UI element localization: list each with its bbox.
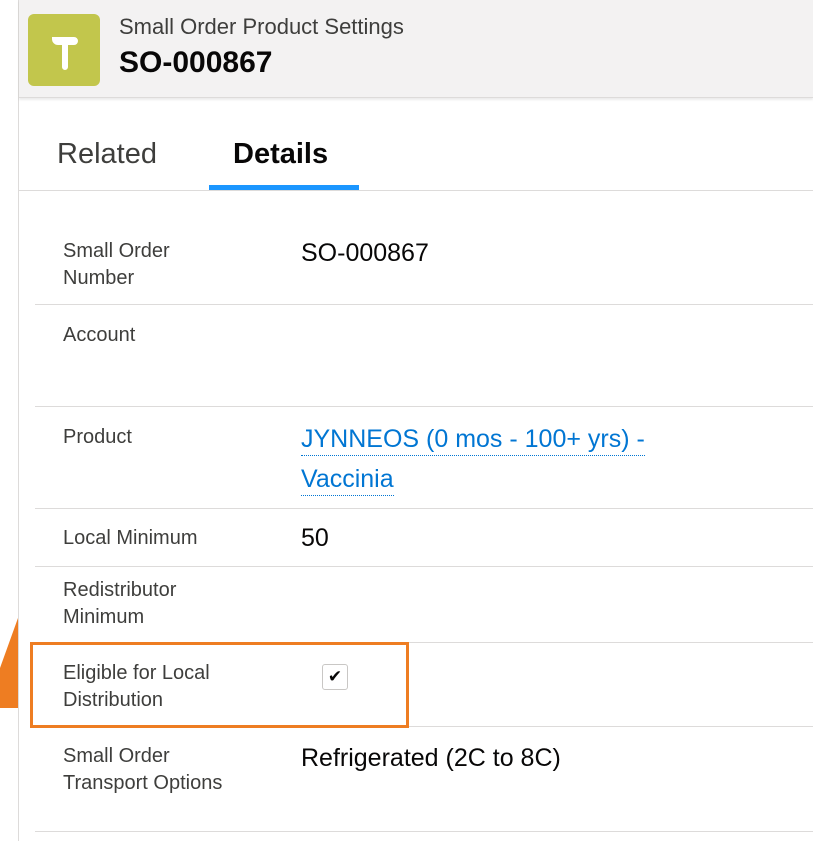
- field-value: 50: [301, 524, 329, 552]
- hammer-icon: [28, 14, 100, 86]
- tab-details[interactable]: Details: [233, 138, 328, 171]
- highlight-box: [30, 642, 409, 728]
- active-tab-indicator: [209, 185, 359, 190]
- field-label: Small Order Transport Options: [63, 745, 223, 794]
- field-row-product: Product JYNNEOS (0 mos - 100+ yrs) - Vac…: [35, 407, 813, 509]
- product-link-text[interactable]: JYNNEOS (0 mos - 100+ yrs) - Vaccinia: [301, 425, 645, 496]
- object-type-label: Small Order Product Settings: [119, 14, 404, 39]
- field-label: Account: [63, 324, 136, 346]
- annotation-arrow: [0, 618, 18, 708]
- field-label: Small Order Number: [63, 240, 170, 289]
- field-row-transport-options: Small Order Transport Options Refrigerat…: [35, 727, 813, 832]
- record-header: Small Order Product Settings SO-000867: [19, 0, 813, 98]
- field-row-redistributor-minimum: Redistributor Minimum: [35, 567, 813, 643]
- field-value: SO-000867: [301, 239, 429, 267]
- field-value: Refrigerated (2C to 8C): [301, 744, 561, 772]
- product-link[interactable]: JYNNEOS (0 mos - 100+ yrs) - Vaccinia: [301, 419, 741, 499]
- field-label: Product: [63, 426, 132, 448]
- record-title: SO-000867: [119, 46, 273, 79]
- field-row-local-minimum: Local Minimum 50: [35, 509, 813, 567]
- tab-related[interactable]: Related: [57, 138, 157, 171]
- field-row-small-order-number: Small Order Number SO-000867: [35, 226, 813, 305]
- field-row-account: Account: [35, 305, 813, 407]
- field-label: Redistributor Minimum: [63, 579, 177, 628]
- tab-bar: Related Details: [19, 98, 813, 191]
- field-label: Local Minimum: [63, 527, 198, 549]
